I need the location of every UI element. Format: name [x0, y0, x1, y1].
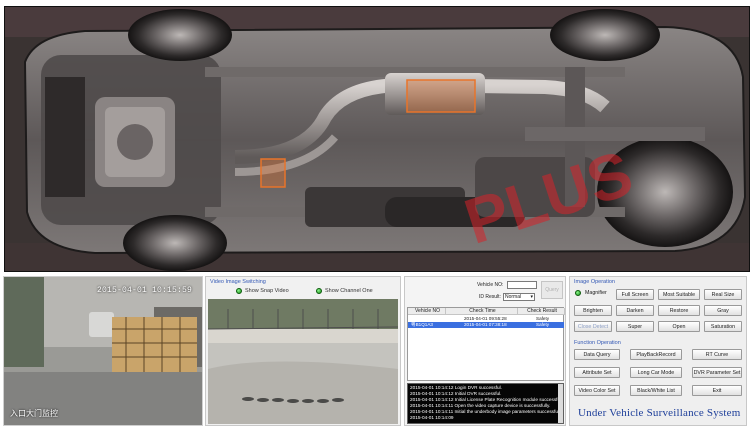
- video-switch-panel: Video Image Switching Show Snap Video Sh…: [205, 276, 401, 426]
- show-channel-one-label: Show Channel One: [325, 288, 373, 294]
- gray-button[interactable]: Gray: [704, 305, 742, 316]
- query-button[interactable]: Query: [541, 281, 563, 299]
- chevron-down-icon: ▾: [530, 293, 533, 300]
- saturation-button[interactable]: Saturation: [704, 321, 742, 332]
- show-snap-video-label: Show Snap Video: [245, 288, 289, 294]
- image-operation-header: Image Operation: [574, 279, 615, 285]
- log-line: 2015-04-01 10:14:09: [410, 415, 454, 420]
- column-header-check-time[interactable]: Check Time: [446, 308, 518, 315]
- table-row-selected[interactable]: 粤B1Q1A3 2015-04-01 07:38:18 Safety: [408, 322, 564, 328]
- cell-check-time: 2015-04-01 07:38:18: [464, 322, 507, 327]
- log-line: 2015-04-01 10:14:12 Login DVR successful…: [410, 385, 502, 390]
- show-snap-video-toggle[interactable]: Show Snap Video: [236, 288, 289, 294]
- log-scrollbar[interactable]: [558, 384, 563, 423]
- camera-timestamp: 2015-04-01 10:15:59: [96, 286, 192, 295]
- uvss-window: PLUS 2015-04-01 10:15:59 入口大门监控 Video Im…: [0, 0, 750, 430]
- real-size-button[interactable]: Real Size: [704, 289, 742, 300]
- id-result-select[interactable]: Normal ▾: [503, 293, 535, 301]
- id-result-value: Normal: [505, 294, 522, 300]
- playback-record-button[interactable]: PlayBackRecord: [630, 349, 682, 360]
- log-line: 2015-04-01 10:14:12 Initial DVR successf…: [410, 391, 502, 396]
- lane-video-image: [208, 299, 398, 424]
- vehicle-no-label: Vehicle NO:: [477, 282, 504, 288]
- camera-feed-image: [4, 277, 202, 425]
- check-records-table: Vehicle NO Check Time Check Result 2015-…: [407, 307, 565, 381]
- magnifier-label: Magnifier: [585, 290, 607, 296]
- vehicle-no-input[interactable]: [507, 281, 537, 289]
- system-log[interactable]: 2015-04-01 10:14:12 Login DVR successful…: [407, 383, 564, 424]
- long-car-mode-button[interactable]: Long Car Mode: [630, 367, 682, 378]
- record-panel: Vehicle NO: ID Result: Normal ▾ Query Ve…: [404, 276, 566, 426]
- super-button[interactable]: Super: [616, 321, 654, 332]
- id-result-label: ID Result:: [479, 294, 501, 300]
- column-header-vehicle-no[interactable]: Vehicle NO: [408, 308, 446, 315]
- close-detect-button[interactable]: Close Detect: [574, 321, 612, 332]
- rt-curve-button[interactable]: RT Curve: [692, 349, 742, 360]
- log-line: 2015-04-01 10:14:12 Initial License Plat…: [410, 397, 563, 402]
- undercarriage-image: PLUS: [5, 7, 749, 271]
- open-button[interactable]: Open: [658, 321, 700, 332]
- show-channel-one-toggle[interactable]: Show Channel One: [316, 288, 373, 294]
- brighten-button[interactable]: Brighten: [574, 305, 612, 316]
- lane-video-feed[interactable]: [208, 299, 398, 424]
- undercarriage-scan-view[interactable]: PLUS: [4, 6, 750, 272]
- green-led-icon: [575, 290, 581, 296]
- column-header-check-result[interactable]: Check Result: [518, 308, 565, 315]
- full-screen-button[interactable]: Full Screen: [616, 289, 654, 300]
- green-led-icon: [316, 288, 322, 294]
- app-title: Under Vehicle Surveillance System: [578, 407, 741, 419]
- function-operation-header: Function Operation: [574, 340, 621, 346]
- video-color-set-button[interactable]: Video Color Set: [574, 385, 620, 396]
- attribute-set-button[interactable]: Attribute Set: [574, 367, 620, 378]
- dvr-parameter-set-button[interactable]: DVR Parameter Set: [692, 367, 742, 378]
- magnifier-toggle[interactable]: Magnifier: [575, 290, 607, 296]
- darken-button[interactable]: Darken: [616, 305, 654, 316]
- cell-check-result: Safety: [536, 322, 550, 327]
- camera-name: 入口大门监控: [10, 409, 58, 418]
- entrance-camera-view[interactable]: 2015-04-01 10:15:59 入口大门监控: [3, 276, 203, 426]
- video-switch-header: Video Image Switching: [210, 279, 266, 285]
- exit-button[interactable]: Exit: [692, 385, 742, 396]
- cell-vehicle-no: 粤B1Q1A3: [411, 322, 433, 327]
- bottom-panel: 2015-04-01 10:15:59 入口大门监控 Video Image S…: [0, 274, 750, 430]
- black-white-list-button[interactable]: Black/White List: [630, 385, 682, 396]
- restore-button[interactable]: Restore: [658, 305, 700, 316]
- data-query-button[interactable]: Data Query: [574, 349, 620, 360]
- most-suitable-button[interactable]: Most Suitable: [658, 289, 700, 300]
- log-line: 2015-04-01 10:14:11 Initial the underbod…: [410, 409, 564, 414]
- log-line: 2015-04-01 10:14:11 Open the video captu…: [410, 403, 551, 408]
- green-led-icon: [236, 288, 242, 294]
- control-panel: Image Operation Magnifier Full Screen Mo…: [569, 276, 747, 426]
